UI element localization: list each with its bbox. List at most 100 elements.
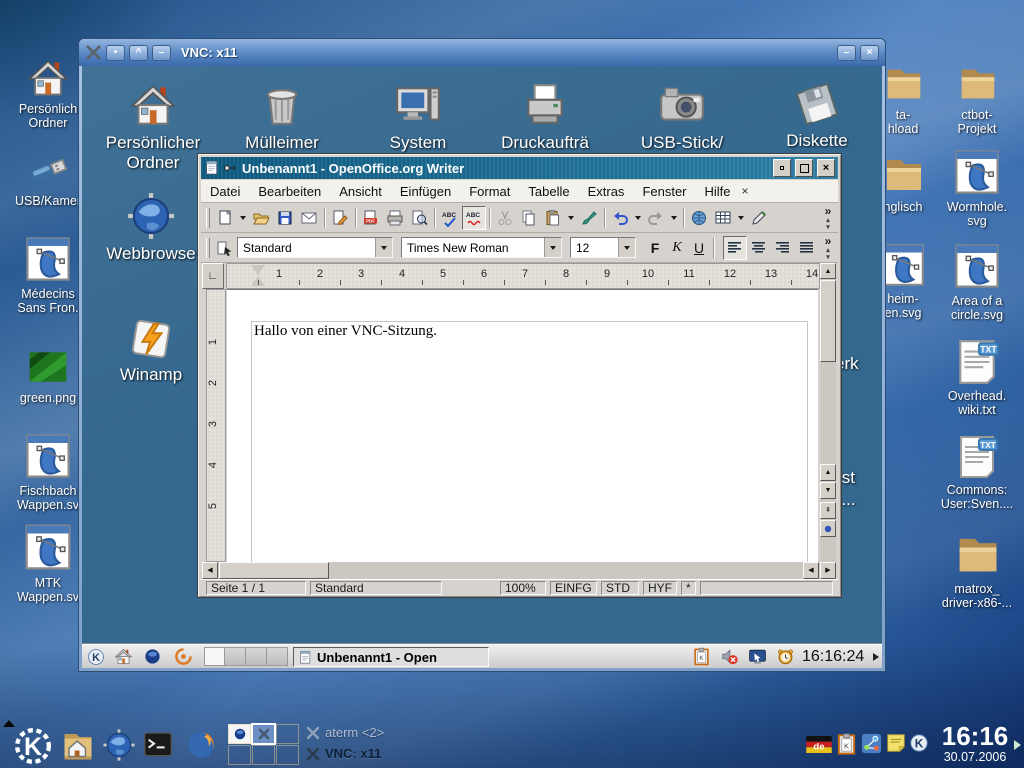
toolbar-grip[interactable] <box>206 238 210 258</box>
font-name-combo[interactable]: Times New Roman <box>401 237 562 258</box>
dropdown-icon[interactable] <box>544 238 561 257</box>
close-document-icon[interactable]: × <box>742 184 749 198</box>
kde-tray-icon[interactable] <box>908 732 930 754</box>
sticky-button[interactable]: • <box>106 45 125 61</box>
status-page[interactable]: Seite 1 / 1 <box>206 581 306 595</box>
firefox-icon[interactable] <box>184 728 218 762</box>
menu-ansicht[interactable]: Ansicht <box>330 184 391 199</box>
vnc-window[interactable]: • ^ – VNC: x11 – × Persönlicher Ordner M… <box>78 38 886 672</box>
panel-arrow-icon[interactable] <box>873 653 879 661</box>
minimize-left-button[interactable]: – <box>152 45 171 61</box>
redo-dropdown[interactable] <box>668 206 680 230</box>
desktop-icon-overhead-txt[interactable]: Overhead. wiki.txt <box>929 337 1024 418</box>
vnc-titlebar[interactable]: • ^ – VNC: x11 – × <box>79 39 885 66</box>
status-insert-mode[interactable]: EINFG <box>550 581 597 595</box>
vnc-icon-system[interactable]: System <box>353 80 483 153</box>
swirl-icon[interactable] <box>174 647 193 666</box>
undo-icon[interactable] <box>608 206 632 230</box>
page-preview-icon[interactable] <box>407 206 431 230</box>
document-text[interactable]: Hallo von einer VNC-Sitzung. <box>254 323 437 340</box>
desktop-icon-commons-txt[interactable]: Commons: User:Sven.... <box>929 433 1024 512</box>
dropdown-icon[interactable] <box>375 238 392 257</box>
vertical-scrollbar[interactable]: ▲ ▲ ▼ ⇞ <box>820 263 836 562</box>
desktop-pager[interactable] <box>204 647 288 666</box>
keyboard-layout-de-icon[interactable] <box>806 736 832 753</box>
pager-desktop-5[interactable] <box>252 745 275 765</box>
hyperlink-icon[interactable] <box>687 206 711 230</box>
scroll-up2-icon[interactable]: ▲ <box>820 464 836 481</box>
paste-icon[interactable] <box>541 206 565 230</box>
save-icon[interactable] <box>273 206 297 230</box>
cut-icon[interactable] <box>493 206 517 230</box>
panel-hide-right-icon[interactable] <box>1014 740 1021 750</box>
scroll-down-icon[interactable]: ▼ <box>820 482 836 499</box>
menu-einfuegen[interactable]: Einfügen <box>391 184 460 199</box>
pager-desktop-1[interactable] <box>204 647 225 666</box>
format-paintbrush-icon[interactable] <box>577 206 601 230</box>
scrollbar-thumb[interactable] <box>820 280 836 362</box>
autospellcheck-icon[interactable]: ABC <box>462 206 486 230</box>
kmenu-icon[interactable] <box>12 726 54 766</box>
new-document-dropdown[interactable] <box>237 206 249 230</box>
writer-window[interactable]: Unbenannt1 - OpenOffice.org Writer × Dat… <box>197 153 842 598</box>
dropdown-icon[interactable] <box>618 238 635 257</box>
home-folder-icon[interactable] <box>60 728 96 764</box>
close-button[interactable]: × <box>817 159 835 177</box>
edit-file-icon[interactable] <box>328 206 352 230</box>
desktop-icon-ctbot-projekt[interactable]: ctbot- Projekt <box>929 60 1024 137</box>
pager-desktop-2[interactable] <box>252 724 275 744</box>
pager-desktop-3[interactable] <box>276 724 299 744</box>
align-justify-icon[interactable] <box>795 236 819 260</box>
desktop-pager[interactable] <box>228 724 299 765</box>
scrollbar-thumb[interactable] <box>219 562 329 579</box>
status-select-mode[interactable]: STD <box>601 581 639 595</box>
scroll-right-icon[interactable]: ▶ <box>820 562 836 579</box>
indent-marker-top[interactable] <box>251 265 265 275</box>
email-icon[interactable] <box>297 206 321 230</box>
toolbar-grip[interactable] <box>206 208 210 228</box>
new-document-icon[interactable] <box>213 206 237 230</box>
navigation-dot-icon[interactable] <box>820 520 836 537</box>
home-icon[interactable] <box>114 647 133 666</box>
status-zoom[interactable]: 100% <box>500 581 546 595</box>
task-vnc[interactable]: VNC: x11 <box>306 746 381 761</box>
alarm-clock-icon[interactable] <box>776 647 795 666</box>
maximize-button[interactable] <box>795 159 813 177</box>
vnc-icon-print-jobs[interactable]: Druckaufträ <box>480 80 610 153</box>
close-button[interactable]: × <box>860 45 879 61</box>
undo-dropdown[interactable] <box>632 206 644 230</box>
menu-hilfe[interactable]: Hilfe <box>696 184 740 199</box>
insert-table-icon[interactable] <box>711 206 735 230</box>
minimize-button[interactable] <box>773 159 791 177</box>
audio-muted-icon[interactable] <box>720 647 739 666</box>
konsole-icon[interactable] <box>142 729 174 761</box>
pager-desktop-3[interactable] <box>246 647 267 666</box>
menu-format[interactable]: Format <box>460 184 519 199</box>
menu-tabelle[interactable]: Tabelle <box>519 184 578 199</box>
paste-dropdown[interactable] <box>565 206 577 230</box>
menu-datei[interactable]: Datei <box>201 184 249 199</box>
bold-button[interactable]: F <box>644 240 666 256</box>
horizontal-scrollbar[interactable]: ◀ ◀ ▶ <box>202 562 836 579</box>
underline-button[interactable]: U <box>688 240 710 256</box>
export-pdf-icon[interactable]: PDF <box>359 206 383 230</box>
vnc-icon-diskette[interactable]: Diskette <box>752 80 882 151</box>
desktop-icon-matrox-folder[interactable]: matrox_ driver-x86-... <box>929 528 1024 611</box>
task-button-writer[interactable]: Unbenannt1 - Open <box>293 647 489 667</box>
browser-icon[interactable] <box>143 647 162 666</box>
vnc-icon-usb-stick[interactable]: USB-Stick/ <box>617 80 747 153</box>
klipper-icon[interactable] <box>835 732 858 756</box>
panel-clock[interactable]: 16:16 30.07.2006 <box>928 723 1022 764</box>
minimize-button[interactable]: – <box>837 45 856 61</box>
klipper-icon[interactable] <box>692 647 711 666</box>
desktop-icon-area-circle-svg[interactable]: Area of a circle.svg <box>929 240 1024 323</box>
toolbar-overflow-chevron[interactable]: »▴▾ <box>821 205 835 231</box>
pager-desktop-2[interactable] <box>225 647 246 666</box>
shade-button[interactable]: ^ <box>129 45 148 61</box>
previous-page-icon[interactable]: ⇞ <box>820 502 836 519</box>
pin-icon[interactable] <box>224 163 238 173</box>
paragraph-style-combo[interactable]: Standard <box>237 237 393 258</box>
writer-titlebar[interactable]: Unbenannt1 - OpenOffice.org Writer × <box>201 157 838 179</box>
knotes-icon[interactable] <box>885 732 907 754</box>
font-size-combo[interactable]: 12 <box>570 237 636 258</box>
